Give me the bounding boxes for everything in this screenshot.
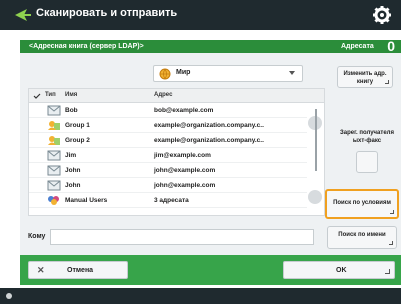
- search-conditions-button[interactable]: Поиск по условиям: [325, 189, 399, 219]
- scroll-thumb[interactable]: [315, 109, 317, 171]
- recipient-count-value: 0: [387, 38, 395, 54]
- list-item[interactable]: Jim jim@example.com: [29, 148, 324, 163]
- entry-address: john@example.com: [154, 167, 216, 174]
- search-conditions-label: Поиск по условиям: [333, 200, 391, 206]
- entry-name: Manual Users: [65, 197, 108, 204]
- scroll-down-button[interactable]: [308, 190, 322, 204]
- status-bar: [0, 288, 401, 304]
- entry-name: Group 1: [65, 122, 90, 129]
- entry-name: John: [65, 167, 81, 174]
- list-item[interactable]: Group 1 example@organization.company.c..: [29, 118, 324, 133]
- entry-name: Jim: [65, 152, 77, 159]
- list-item[interactable]: Bob bob@example.com: [29, 103, 324, 118]
- list-header: Тип Имя Адрес: [29, 89, 324, 103]
- entry-address: bob@example.com: [154, 107, 214, 114]
- entry-address: example@organization.company.c..: [154, 137, 264, 144]
- entry-name: Bob: [65, 107, 78, 114]
- entry-address: jim@example.com: [154, 152, 211, 159]
- entry-name: Group 2: [65, 137, 90, 144]
- list-item[interactable]: Group 2 example@organization.company.c..: [29, 133, 324, 148]
- ok-button[interactable]: OK: [283, 261, 395, 279]
- addressbook-filter-value: Мир: [176, 69, 191, 76]
- status-indicator: [6, 293, 12, 299]
- group-icon: [48, 136, 60, 145]
- search-by-name-label: Поиск по имени: [338, 232, 386, 238]
- register-fax-label: Зарег. получателя ыхт-факс: [340, 130, 394, 144]
- group-multi-icon: [48, 196, 59, 205]
- email-icon: [47, 150, 61, 161]
- app-title: Сканировать и отправить: [36, 7, 178, 19]
- checkmark-icon[interactable]: [33, 93, 41, 99]
- email-icon: [47, 165, 61, 176]
- group-icon: [48, 121, 60, 130]
- addressbook-filter-dropdown[interactable]: Мир: [153, 65, 303, 82]
- scan-send-icon: [15, 9, 31, 21]
- column-address[interactable]: Адрес: [154, 92, 172, 98]
- column-type[interactable]: Тип: [45, 92, 56, 98]
- title-bar: Сканировать и отправить: [0, 0, 401, 30]
- globe-icon: [159, 68, 171, 80]
- entry-address: john@example.com: [154, 182, 216, 189]
- entry-name: John: [65, 182, 81, 189]
- entry-address: 3 адресата: [154, 197, 189, 204]
- recipient-count-label: Адресата: [341, 43, 374, 50]
- list-item[interactable]: Manual Users 3 адресата: [29, 193, 324, 208]
- change-addressbook-button[interactable]: Изменить адр. книгу: [337, 66, 393, 88]
- to-input[interactable]: [50, 229, 314, 245]
- list-item[interactable]: John john@example.com: [29, 163, 324, 178]
- corner-indicator: [389, 241, 393, 245]
- corner-indicator: [385, 80, 389, 84]
- addressbook-path: <Адресная книга (сервер LDAP)>: [20, 40, 337, 53]
- cancel-button[interactable]: ✕ Отмена: [28, 261, 128, 279]
- list-scrollbar[interactable]: [307, 104, 324, 215]
- close-icon: ✕: [37, 265, 45, 275]
- address-list: Тип Имя Адрес Bob bob@example.com Group …: [28, 88, 325, 216]
- search-by-name-button[interactable]: Поиск по имени: [327, 226, 397, 249]
- column-name[interactable]: Имя: [65, 92, 77, 98]
- corner-indicator: [390, 210, 394, 214]
- to-label: Кому: [28, 233, 46, 240]
- recipient-count: Адресата 0: [337, 38, 401, 54]
- email-icon: [47, 105, 61, 116]
- chevron-down-icon: [289, 71, 295, 75]
- gear-icon[interactable]: [371, 4, 393, 26]
- change-addressbook-label: Изменить адр. книгу: [343, 71, 387, 85]
- corner-indicator: [385, 269, 390, 274]
- list-item[interactable]: John john@example.com: [29, 178, 324, 193]
- entry-address: example@organization.company.c..: [154, 122, 264, 129]
- cancel-label: Отмена: [67, 267, 94, 274]
- register-fax-button[interactable]: [356, 151, 378, 173]
- ok-label: OK: [336, 267, 347, 274]
- email-icon: [47, 180, 61, 191]
